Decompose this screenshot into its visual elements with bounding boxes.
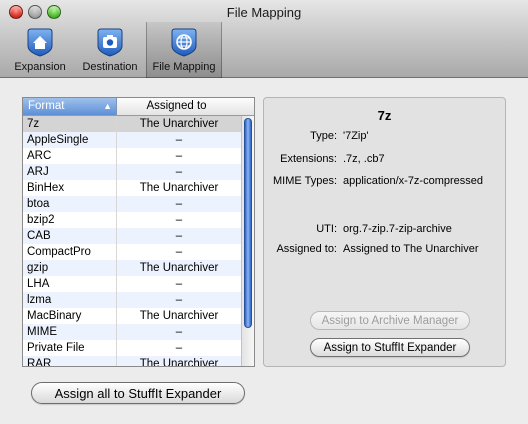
uti-label: UTI: [316,223,337,235]
tab-file-mapping-label: File Mapping [152,61,216,73]
row-assigned: The Unarchiver [139,310,219,322]
row-assigned: The Unarchiver [139,182,219,194]
column-header-format-label: Format [28,100,65,112]
preferences-toolbar: Expansion Destination File Mapping [6,22,222,78]
assign-archive-manager-button[interactable]: Assign to Archive Manager [310,311,470,330]
row-format: bzip2 [23,212,117,228]
table-row[interactable]: CompactPro – [23,244,241,260]
assigned-value: Assigned to The Unarchiver [343,243,479,255]
row-assigned: – [175,134,183,146]
table-row[interactable]: lzma – [23,292,241,308]
row-assigned: – [175,294,183,306]
detail-title: 7z [377,108,392,123]
row-assigned: – [175,278,183,290]
extensions-value: .7z, .cb7 [343,153,385,165]
row-format: MacBinary [23,308,117,324]
row-format: CompactPro [23,244,117,260]
table-row[interactable]: AppleSingle – [23,132,241,148]
window-title: File Mapping [226,5,302,20]
table-body: 7z The Unarchiver AppleSingle – ARC – ARJ – BinH… [23,116,241,367]
table-header: Format ▲ Assigned to [23,98,254,116]
table-row[interactable]: Private File – [23,340,241,356]
row-assigned: The Unarchiver [139,118,219,130]
column-header-format[interactable]: Format ▲ [23,98,117,115]
table-row[interactable]: bzip2 – [23,212,241,228]
table-row[interactable]: ARC – [23,148,241,164]
uti-value: org.7-zip.7-zip-archive [343,223,452,235]
mime-label: MIME Types: [273,175,337,187]
row-format: CAB [23,228,117,244]
assign-all-stuffit-button[interactable]: Assign all to StuffIt Expander [31,382,245,404]
row-format: ARC [23,148,117,164]
tab-destination[interactable]: Destination [74,22,146,78]
scrollbar-thumb[interactable] [244,118,252,328]
tab-destination-label: Destination [82,61,138,73]
type-label: Type: [310,130,337,142]
sort-ascending-icon: ▲ [103,101,112,111]
row-assigned: – [175,214,183,226]
row-assigned: – [175,166,183,178]
row-assigned: – [175,198,183,210]
row-assigned: The Unarchiver [139,262,219,274]
table-row[interactable]: RAR The Unarchiver [23,356,241,367]
row-format: lzma [23,292,117,308]
row-assigned: – [175,342,183,354]
table-row[interactable]: CAB – [23,228,241,244]
row-assigned: – [175,326,183,338]
extensions-label: Extensions: [280,153,337,165]
tab-expansion[interactable]: Expansion [6,22,74,78]
assign-stuffit-expander-button[interactable]: Assign to StuffIt Expander [310,338,470,357]
row-assigned: – [175,230,183,242]
tab-file-mapping[interactable]: File Mapping [146,22,222,78]
assigned-label: Assigned to: [276,243,337,255]
row-format: BinHex [23,180,117,196]
table-row[interactable]: MIME – [23,324,241,340]
house-icon [27,28,53,57]
table-row[interactable]: LHA – [23,276,241,292]
column-header-assigned[interactable]: Assigned to [117,98,254,115]
row-format: RAR [23,356,117,366]
row-assigned: The Unarchiver [139,358,219,367]
mime-value: application/x-7z-compressed [343,175,484,187]
table-row[interactable]: gzip The Unarchiver [23,260,241,276]
table-row[interactable]: btoa – [23,196,241,212]
globe-icon [171,28,197,57]
window-toolbar: File Mapping Expansion Destination File … [0,0,528,78]
vertical-scrollbar[interactable] [241,116,254,366]
row-format: btoa [23,196,117,212]
row-format: ARJ [23,164,117,180]
format-table: Format ▲ Assigned to 7z The Unarchiver App… [22,97,255,367]
table-row[interactable]: MacBinary The Unarchiver [23,308,241,324]
row-format: 7z [23,116,117,132]
row-format: gzip [23,260,117,276]
row-format: MIME [23,324,117,340]
tab-expansion-label: Expansion [14,61,66,73]
row-format: AppleSingle [23,132,117,148]
table-row[interactable]: BinHex The Unarchiver [23,180,241,196]
camera-icon [97,28,123,57]
type-value: '7Zip' [343,130,369,142]
table-row[interactable]: ARJ – [23,164,241,180]
row-assigned: – [175,150,183,162]
row-format: Private File [23,340,117,356]
row-format: LHA [23,276,117,292]
format-details: 7z Type: '7Zip' Extensions: .7z, .cb7 MI… [263,97,506,367]
table-row[interactable]: 7z The Unarchiver [23,116,241,132]
row-assigned: – [175,246,183,258]
